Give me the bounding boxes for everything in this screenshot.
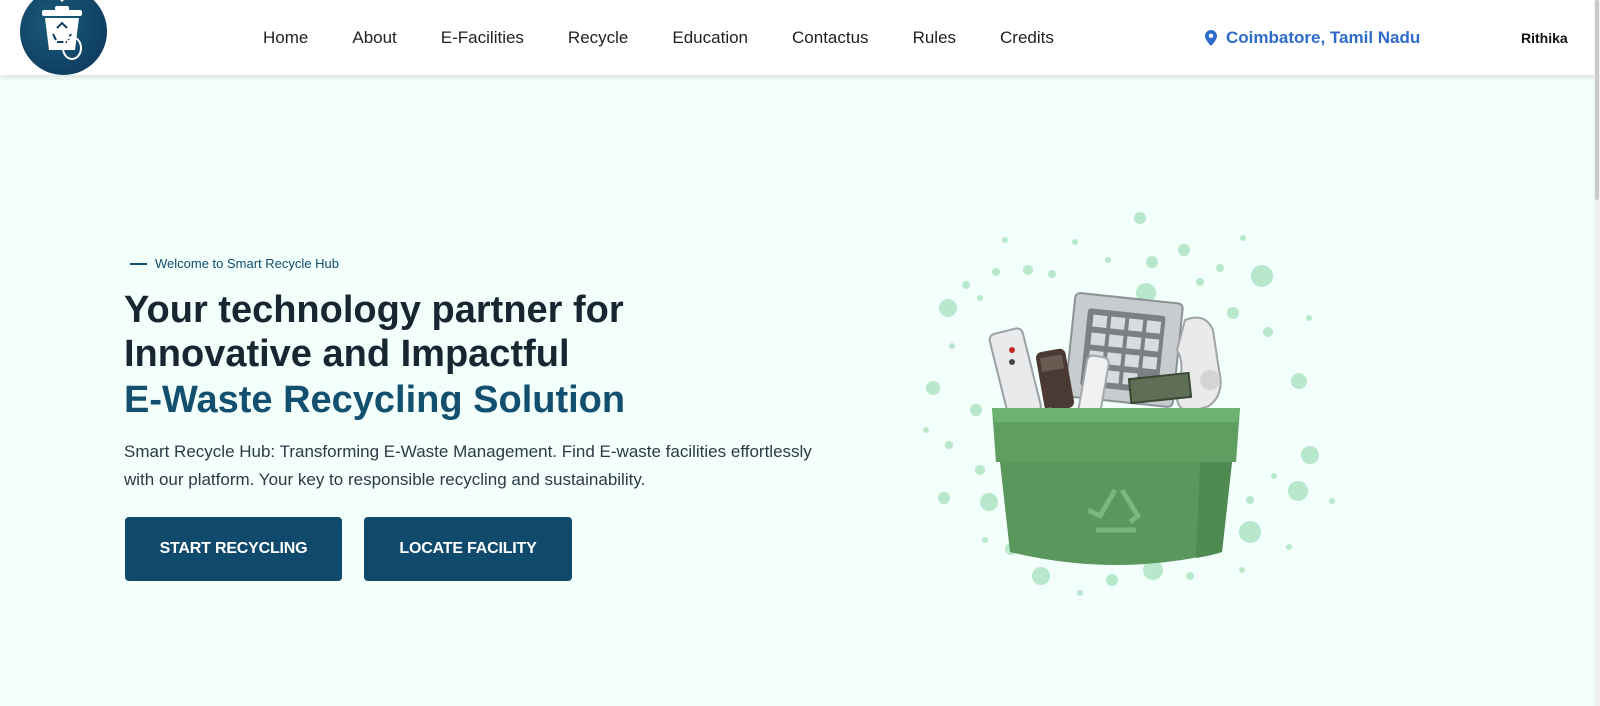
user-name: Rithika <box>1521 29 1568 46</box>
logo[interactable] <box>20 0 107 75</box>
location-selector[interactable]: Coimbatore, Tamil Nadu <box>1205 0 1420 75</box>
user-menu[interactable]: Rithika <box>1521 0 1568 75</box>
site-header: Home About E-Facilities Recycle Educatio… <box>0 0 1600 75</box>
headline-line-2: Innovative and Impactful <box>124 333 570 375</box>
map-pin-icon <box>1205 29 1217 46</box>
locate-facility-button[interactable]: LOCATE FACILITY <box>364 517 572 581</box>
scrollbar-thumb[interactable] <box>1595 0 1599 200</box>
eyebrow-line <box>130 262 147 265</box>
green-recycle-bin <box>992 408 1240 565</box>
hero-headline: Your technology partner for Innovative a… <box>124 288 824 376</box>
nav-item-education[interactable]: Education <box>672 28 748 48</box>
recycle-bin-logo-icon <box>42 0 82 60</box>
eyebrow-text: Welcome to Smart Recycle Hub <box>155 256 339 271</box>
nav-item-about[interactable]: About <box>352 28 396 48</box>
main-nav: Home About E-Facilities Recycle Educatio… <box>263 0 1098 75</box>
nav-item-rules[interactable]: Rules <box>913 28 956 48</box>
nav-item-credits[interactable]: Credits <box>1000 28 1054 48</box>
location-label: Coimbatore, Tamil Nadu <box>1226 27 1421 47</box>
page-scrollbar[interactable] <box>1594 0 1600 706</box>
e-waste-bin-illustration <box>900 200 1360 620</box>
nav-item-home[interactable]: Home <box>263 28 308 48</box>
hero-headline-accent: E-Waste Recycling Solution <box>124 379 626 421</box>
hero-description: Smart Recycle Hub: Transforming E-Waste … <box>124 442 812 489</box>
e-waste-bin-image <box>923 212 1335 596</box>
hero-eyebrow: Welcome to Smart Recycle Hub <box>130 256 339 271</box>
nav-item-recycle[interactable]: Recycle <box>568 28 628 48</box>
nav-item-contactus[interactable]: Contactus <box>792 28 869 48</box>
nav-item-e-facilities[interactable]: E-Facilities <box>441 28 524 48</box>
start-recycling-button[interactable]: START RECYCLING <box>125 517 342 581</box>
headline-line-1: Your technology partner for <box>124 289 624 331</box>
